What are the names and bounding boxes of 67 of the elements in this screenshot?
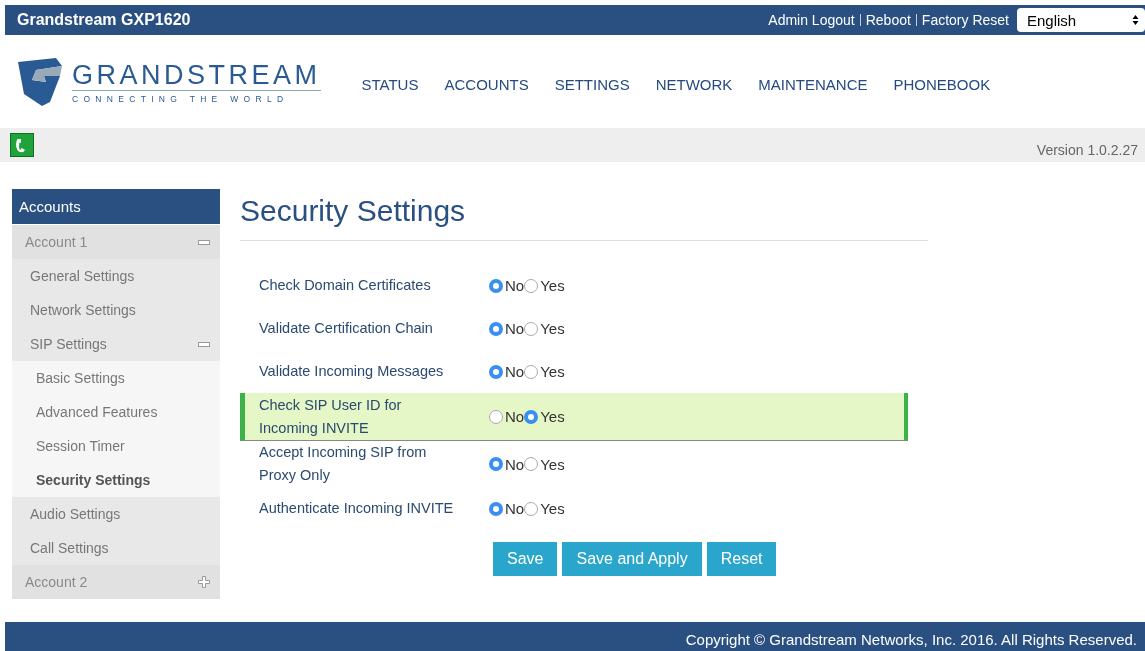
updown-icon [1132,14,1139,26]
copyright-text: Copyright © Grandstream Networks, Inc. 2016. All Rights Reserved. [685,631,1137,648]
radio-button[interactable] [489,278,503,293]
sidebar-item[interactable]: SIP Settings [12,327,220,361]
setting-label: Validate Incoming Messages [259,362,445,381]
setting-label: Check SIP User ID for Incoming INVITE [259,395,403,438]
sidebar-item[interactable]: Security Settings [12,463,220,497]
radio-button[interactable] [524,321,539,336]
nav-tab[interactable]: MAINTENANCE [745,75,881,93]
option-label: No [505,363,525,380]
sidebar-item[interactable]: Call Settings [12,531,220,565]
nav-tab[interactable]: SETTINGS [541,75,643,93]
option-label: Yes [540,363,565,380]
action-button[interactable]: Save and Apply [562,542,702,576]
option-label: No [505,455,525,473]
radio-button[interactable] [524,364,539,379]
sidebar-title: Accounts [12,189,220,225]
page-title: Security Settings [240,194,467,229]
sidebar-item[interactable]: Session Timer [12,429,220,463]
radio-button[interactable] [489,321,503,336]
setting-label: Check Domain Certificates [259,276,432,295]
option-label: Yes [540,277,565,294]
collapse-icon[interactable] [198,341,210,347]
option-label: Yes [540,455,565,473]
radio-button[interactable] [524,457,539,471]
option-label: No [505,277,525,294]
nav-tab[interactable]: ACCOUNTS [431,75,542,93]
phone-icon[interactable] [10,133,34,157]
sidebar-item[interactable]: Audio Settings [12,497,220,531]
sidebar-item[interactable]: Network Settings [12,293,220,327]
option-label: Yes [540,500,565,517]
setting-label: Authenticate Incoming INVITE [259,499,455,518]
nav-tab[interactable]: STATUS [348,75,432,93]
option-label: Yes [540,320,565,337]
top-link[interactable]: Admin Logout [763,12,860,28]
option-label: No [505,320,525,337]
option-label: No [505,500,525,517]
collapse-icon[interactable] [198,239,210,245]
setting-label: Validate Certification Chain [259,319,434,338]
setting-label: Accept Incoming SIP from Proxy Only [259,443,428,485]
sidebar-item[interactable]: Basic Settings [12,361,220,395]
option-label: Yes [540,408,565,425]
option-label: No [505,408,525,425]
action-button[interactable]: Save [493,542,558,576]
radio-button[interactable] [489,457,503,471]
top-link[interactable]: Reboot [860,12,916,28]
sidebar-item[interactable]: General Settings [12,259,220,293]
nav-tab[interactable]: NETWORK [642,75,746,93]
radio-button[interactable] [489,364,503,379]
expand-icon[interactable] [198,576,210,588]
nav-tab[interactable]: PHONEBOOK [880,75,1004,93]
sidebar-item[interactable]: Account 2 [12,565,220,599]
language-select[interactable]: English [1017,8,1145,32]
radio-button[interactable] [489,501,503,516]
sidebar-item[interactable]: Account 1 [12,225,220,259]
logo-tagline: CONNECTING THE WORLD [72,93,290,104]
radio-button[interactable] [489,409,503,424]
version-label: Version 1.0.2.27 [1036,142,1138,158]
radio-button[interactable] [524,278,539,293]
device-title: Grandstream GXP1620 [17,11,191,29]
logo-wordmark: GRANDSTREAM [72,59,321,91]
radio-button[interactable] [524,409,539,424]
action-button[interactable]: Reset [706,542,777,576]
logo-icon [16,55,64,108]
top-link[interactable]: Factory Reset [916,12,1014,28]
sidebar-item[interactable]: Advanced Features [12,395,220,429]
radio-button[interactable] [524,501,539,516]
